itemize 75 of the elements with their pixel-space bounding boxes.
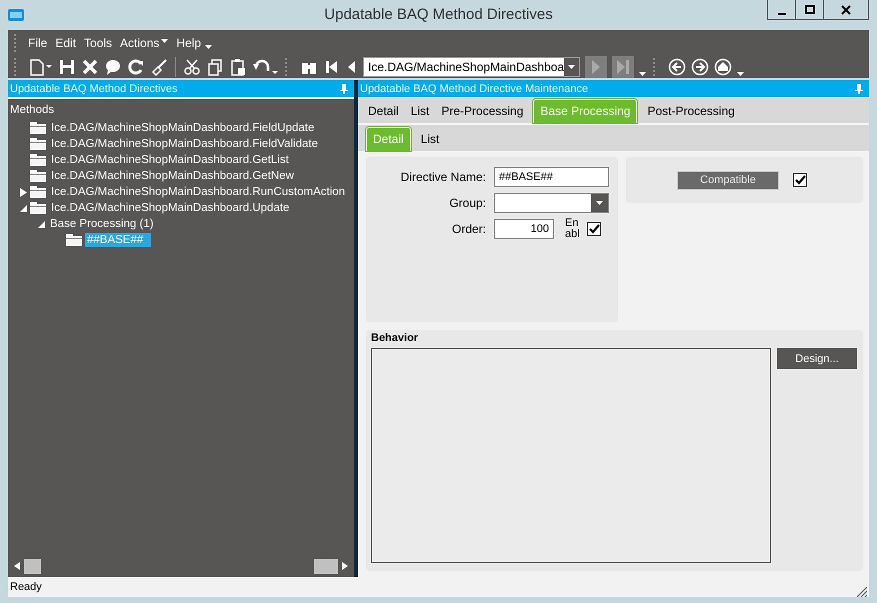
- close-button[interactable]: [823, 0, 869, 20]
- tree-item[interactable]: Ice.DAG/MachineShopMainDashboard.RunCustomAction: [49, 186, 348, 198]
- tree-item[interactable]: Ice.DAG/MachineShopMainDashboard.GetList: [49, 154, 291, 166]
- status-text: Ready: [10, 581, 42, 593]
- expand-arrow-icon[interactable]: [20, 188, 27, 196]
- collapse-arrow-icon[interactable]: [20, 204, 27, 212]
- menu-item[interactable]: Tools: [80, 36, 116, 50]
- home-icon[interactable]: [714, 58, 732, 76]
- folder-icon: [30, 138, 46, 150]
- menu-item[interactable]: File: [24, 36, 52, 50]
- group-dropdown[interactable]: [494, 193, 609, 213]
- maximize-icon: [804, 4, 814, 14]
- copy-icon[interactable]: [206, 58, 224, 76]
- scroll-left-icon[interactable]: [14, 562, 20, 570]
- folder-icon: [66, 234, 82, 246]
- design-button[interactable]: Design...: [777, 348, 857, 369]
- refresh-icon[interactable]: [127, 58, 145, 76]
- tree-item[interactable]: Ice.DAG/MachineShopMainDashboard.Update: [49, 202, 292, 214]
- last-record-icon[interactable]: [612, 56, 634, 78]
- resize-grip-icon[interactable]: [857, 587, 867, 597]
- panel-header: Updatable BAQ Method Directives: [8, 80, 354, 97]
- caret-icon: [568, 64, 576, 68]
- field-label: Order:: [450, 222, 487, 236]
- tab[interactable]: List: [404, 101, 436, 123]
- scroll-right-icon[interactable]: [342, 562, 348, 570]
- panel-header: Updatable BAQ Method Directive Maintenance: [358, 80, 869, 97]
- app-icon: [8, 9, 24, 21]
- folder-icon: [30, 202, 46, 214]
- menu-item[interactable]: Actions: [116, 36, 172, 50]
- scissors-icon[interactable]: [183, 58, 201, 76]
- speech-bubble-icon[interactable]: [104, 58, 122, 76]
- folder-icon: [30, 122, 46, 134]
- folder-icon: [30, 154, 46, 166]
- pin-icon[interactable]: [340, 84, 348, 94]
- tree-item[interactable]: Ice.DAG/MachineShopMainDashboard.GetNew: [49, 170, 296, 182]
- next-record-icon[interactable]: [585, 56, 607, 78]
- folder-icon: [30, 170, 46, 182]
- close-icon: [841, 4, 851, 14]
- scrollbar-thumb[interactable]: [314, 558, 338, 574]
- menu-item[interactable]: Edit: [51, 36, 80, 50]
- undo-icon[interactable]: [252, 58, 278, 76]
- tree-item[interactable]: Base Processing (1): [48, 218, 156, 230]
- new-icon[interactable]: [29, 58, 53, 76]
- folder-icon: [30, 186, 46, 198]
- field-label: Group:: [448, 196, 487, 210]
- paste-icon[interactable]: [229, 58, 247, 76]
- menu-item[interactable]: Help: [172, 36, 206, 50]
- group-title: Behavior: [371, 332, 418, 344]
- tree-root[interactable]: Methods: [8, 104, 54, 120]
- tree-item[interactable]: Ice.DAG/MachineShopMainDashboard.FieldUpdate: [49, 122, 316, 134]
- compatible-checkbox[interactable]: [793, 173, 807, 187]
- caret-icon: [161, 39, 168, 43]
- back-icon[interactable]: [668, 58, 686, 76]
- window-title: Updatable BAQ Method Directives: [324, 6, 553, 23]
- checkbox-label: En abl: [565, 218, 581, 240]
- tab[interactable]: List: [414, 129, 446, 151]
- minimize-button[interactable]: [767, 0, 796, 20]
- order-field[interactable]: 100: [494, 219, 554, 239]
- field-label: Directive Name:: [400, 170, 487, 184]
- collapse-arrow-icon[interactable]: [38, 220, 45, 228]
- delete-icon[interactable]: [81, 58, 99, 76]
- brush-icon[interactable]: [150, 58, 168, 76]
- tree-item[interactable]: Ice.DAG/MachineShopMainDashboard.FieldValidate: [49, 138, 320, 150]
- compatible-button[interactable]: Compatible: [677, 170, 779, 190]
- tab[interactable]: Pre-Processing: [435, 101, 530, 123]
- scrollbar-thumb[interactable]: [24, 558, 41, 574]
- tab[interactable]: Post-Processing: [641, 101, 741, 123]
- caret-icon: [596, 201, 603, 205]
- enabled-checkbox[interactable]: [587, 222, 601, 236]
- forward-icon[interactable]: [691, 58, 709, 76]
- method-combo[interactable]: Ice.DAG/MachineShopMainDashboa: [363, 56, 580, 76]
- directive-name-field[interactable]: ##BASE##: [494, 167, 609, 187]
- pin-icon[interactable]: [855, 84, 863, 94]
- tab[interactable]: Detail: [362, 101, 405, 123]
- minimize-icon: [778, 12, 786, 14]
